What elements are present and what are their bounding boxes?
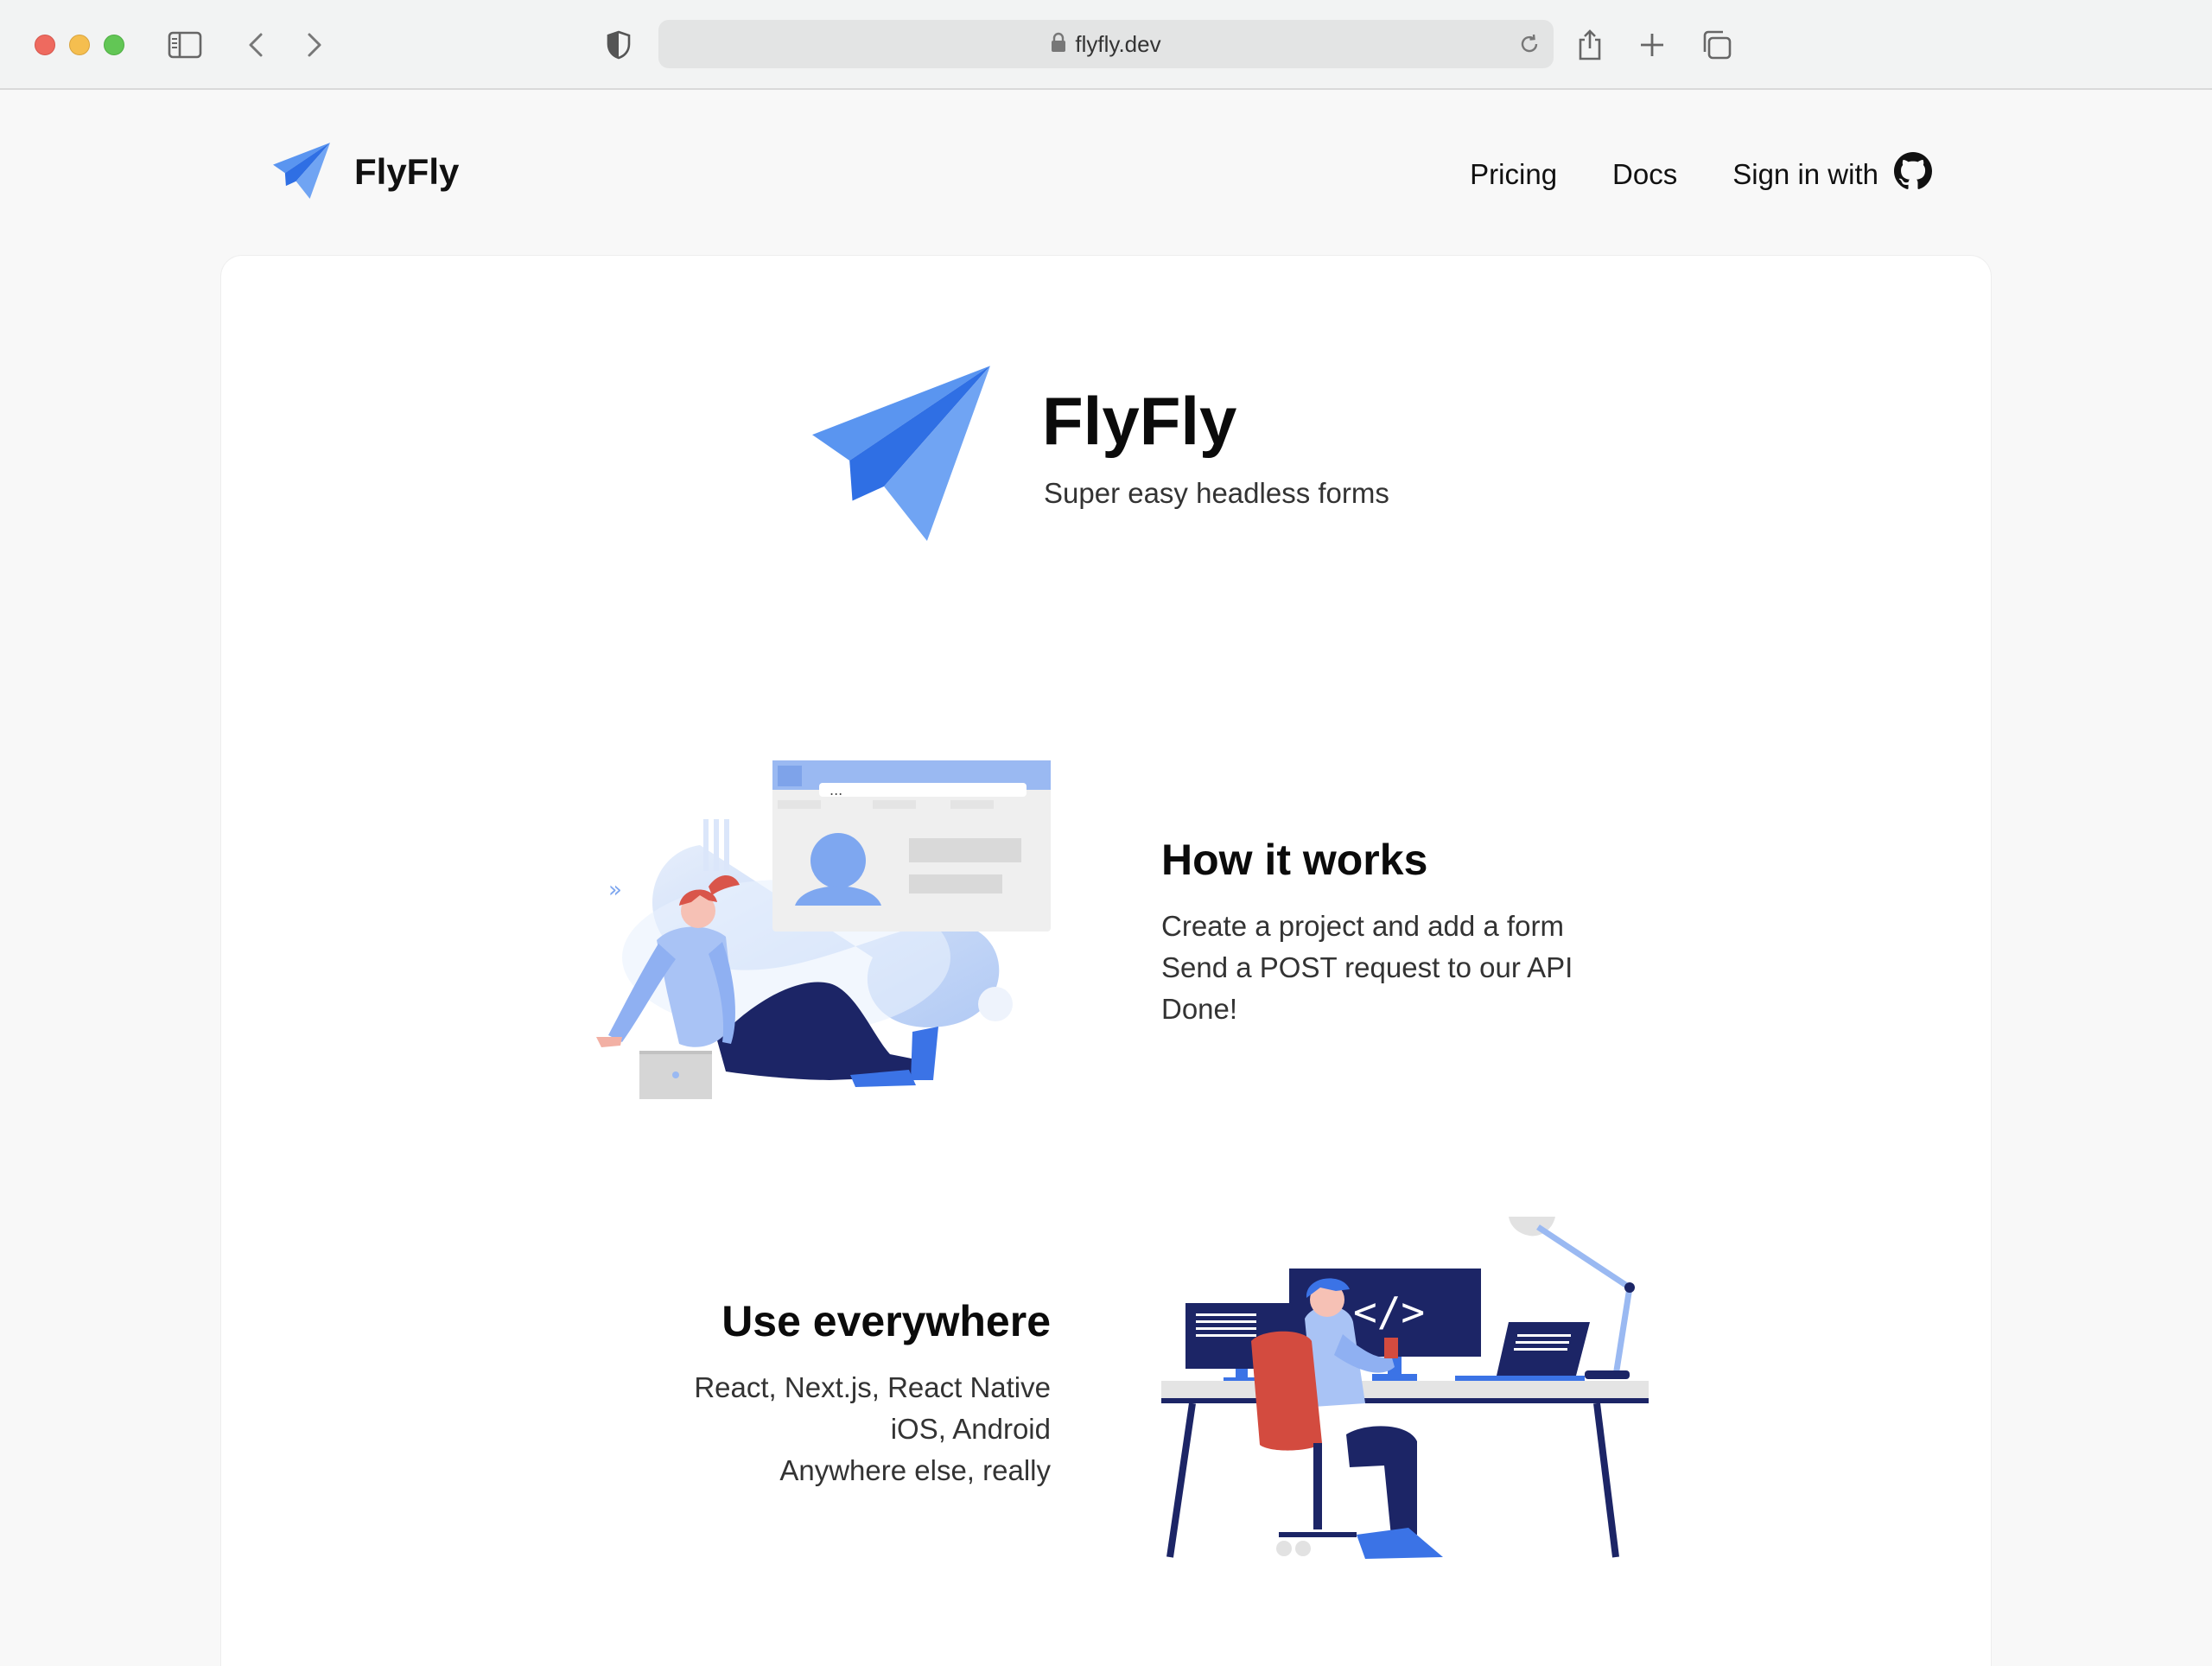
use-everywhere-line: React, Next.js, React Native [694,1371,1051,1403]
svg-text:</>: </> [1353,1288,1425,1335]
hero-logo [812,363,990,544]
hero-title: FlyFly [1042,383,1237,459]
main-nav: Pricing Docs Sign in with [1470,152,1932,197]
svg-text:»: » [608,877,622,903]
back-icon[interactable] [235,24,276,66]
new-tab-icon[interactable] [1631,24,1673,66]
how-it-works-title: How it works [1161,836,1428,884]
nav-pricing-label: Pricing [1470,158,1558,190]
site-header: FlyFly Pricing Docs Sign in with [0,90,2212,254]
sign-in-label: Sign in with [1732,158,1878,190]
paper-plane-icon [273,142,330,202]
browser-toolbar: flyfly.dev [0,0,2212,90]
tabs-icon[interactable] [1695,24,1737,66]
profile-card: ... [772,760,1051,932]
main-card [221,256,1991,1666]
paper-plane-icon [812,366,990,544]
nav-docs-label: Docs [1612,158,1678,190]
zoom-window-button[interactable] [104,35,124,55]
nav-docs-link[interactable]: Docs [1612,158,1677,191]
sign-in-github-link[interactable]: Sign in with [1732,152,1932,197]
forward-icon[interactable] [294,24,335,66]
github-icon [1894,152,1932,197]
close-window-button[interactable] [35,35,55,55]
use-everywhere-illustration: </> [1158,1215,1650,1573]
hero-subtitle: Super easy headless forms [1044,477,1389,509]
url-text: flyfly.dev [1075,30,1161,57]
how-it-works-line: Done! [1161,993,1238,1025]
share-icon[interactable] [1569,24,1611,66]
use-everywhere-line: iOS, Android [890,1413,1051,1445]
brand-name: FlyFly [354,151,460,192]
how-it-works-line: Create a project and add a form [1161,910,1564,942]
sidebar-icon[interactable] [164,24,206,66]
shield-icon[interactable] [598,24,639,66]
brand-link[interactable]: FlyFly [273,142,459,202]
lock-icon [1051,32,1066,56]
nav-pricing-link[interactable]: Pricing [1470,158,1557,191]
how-it-works-illustration: » ... [570,759,1054,1116]
how-it-works-line: Send a POST request to our API [1161,951,1573,983]
minimize-window-button[interactable] [69,35,90,55]
use-everywhere-line: Anywhere else, really [779,1454,1051,1486]
address-bar[interactable]: flyfly.dev [658,20,1554,68]
use-everywhere-title: Use everywhere [721,1297,1051,1345]
use-everywhere-section: Use everywhere React, Next.js, React Nat… [570,1296,1051,1491]
how-it-works-section: How it works Create a project and add a … [1161,835,1645,1030]
reload-icon[interactable] [1517,32,1541,60]
svg-text:...: ... [830,782,842,798]
